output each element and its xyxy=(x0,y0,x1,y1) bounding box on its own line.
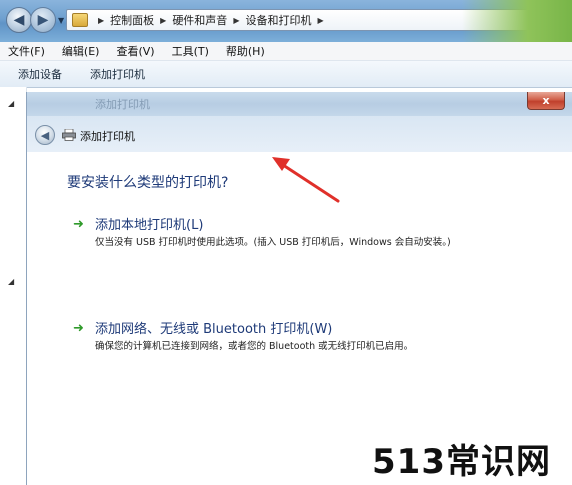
navigation-pane[interactable]: ◢ ◢ xyxy=(0,87,27,485)
close-icon: x xyxy=(542,94,550,107)
explorer-titlebar: ◀ ▶ ▼ ▶ 控制面板 ▶ 硬件和声音 ▶ 设备和打印机 ▶ xyxy=(0,0,572,42)
add-network-printer-link[interactable]: 添加网络、无线或 Bluetooth 打印机(W) xyxy=(95,318,332,337)
red-annotation-arrow-icon xyxy=(272,157,340,203)
printer-icon xyxy=(62,129,76,141)
chevron-right-icon[interactable]: ▶ xyxy=(98,16,104,25)
dialog-titlebar[interactable]: 添加打印机 x xyxy=(27,92,572,116)
dialog-titlebar-text: 添加打印机 xyxy=(95,98,150,111)
menu-help[interactable]: 帮助(H) xyxy=(218,43,274,59)
menu-tools[interactable]: 工具(T) xyxy=(164,43,218,59)
chevron-right-icon[interactable]: ▶ xyxy=(233,16,239,25)
add-local-printer-link[interactable]: 添加本地打印机(L) xyxy=(95,214,203,233)
site-watermark: 513常识网 xyxy=(372,442,551,482)
expand-arrow-icon[interactable]: ◢ xyxy=(8,277,14,286)
dialog-title: 添加打印机 xyxy=(80,130,135,143)
chevron-right-icon[interactable]: ▶ xyxy=(317,16,323,25)
breadcrumb-hardware-sound[interactable]: 硬件和声音 xyxy=(172,12,227,28)
add-printer-button[interactable]: 添加打印机 xyxy=(80,66,155,82)
back-button[interactable]: ◀ xyxy=(6,7,32,33)
menu-edit[interactable]: 编辑(E) xyxy=(54,43,109,59)
green-arrow-icon: ➜ xyxy=(73,217,84,232)
add-device-button[interactable]: 添加设备 xyxy=(8,66,72,82)
recent-pages-dropdown-icon[interactable]: ▼ xyxy=(58,16,64,25)
breadcrumb-devices-printers[interactable]: 设备和打印机 xyxy=(245,12,311,28)
close-button[interactable]: x xyxy=(527,92,565,110)
menu-file[interactable]: 文件(F) xyxy=(0,43,54,59)
command-bar: 添加设备 添加打印机 xyxy=(0,60,572,88)
address-bar[interactable]: ▶ 控制面板 ▶ 硬件和声音 ▶ 设备和打印机 ▶ xyxy=(66,9,564,31)
green-arrow-icon: ➜ xyxy=(73,321,84,336)
control-panel-folder-icon xyxy=(72,13,88,27)
dialog-back-button[interactable]: ◀ xyxy=(35,125,55,145)
forward-button[interactable]: ▶ xyxy=(30,7,56,33)
add-printer-dialog: 添加打印机 x ◀ 添加打印机 要安装什么类型的打印机? ➜ 添加本地打印机(L… xyxy=(26,92,572,485)
back-arrow-icon: ◀ xyxy=(40,128,50,142)
forward-arrow-icon: ▶ xyxy=(37,12,49,28)
add-local-printer-description: 仅当没有 USB 打印机时使用此选项。(插入 USB 打印机后，Windows … xyxy=(95,237,451,248)
expand-arrow-icon[interactable]: ◢ xyxy=(8,99,14,108)
dialog-header: ◀ 添加打印机 xyxy=(27,116,572,152)
menu-bar: 文件(F) 编辑(E) 查看(V) 工具(T) 帮助(H) xyxy=(0,42,572,60)
breadcrumb-control-panel[interactable]: 控制面板 xyxy=(110,12,154,28)
page-question: 要安装什么类型的打印机? xyxy=(67,175,229,191)
back-arrow-icon: ◀ xyxy=(13,12,25,28)
add-network-printer-description: 确保您的计算机已连接到网络，或者您的 Bluetooth 或无线打印机已启用。 xyxy=(95,341,414,352)
menu-view[interactable]: 查看(V) xyxy=(108,43,163,59)
chevron-right-icon[interactable]: ▶ xyxy=(160,16,166,25)
